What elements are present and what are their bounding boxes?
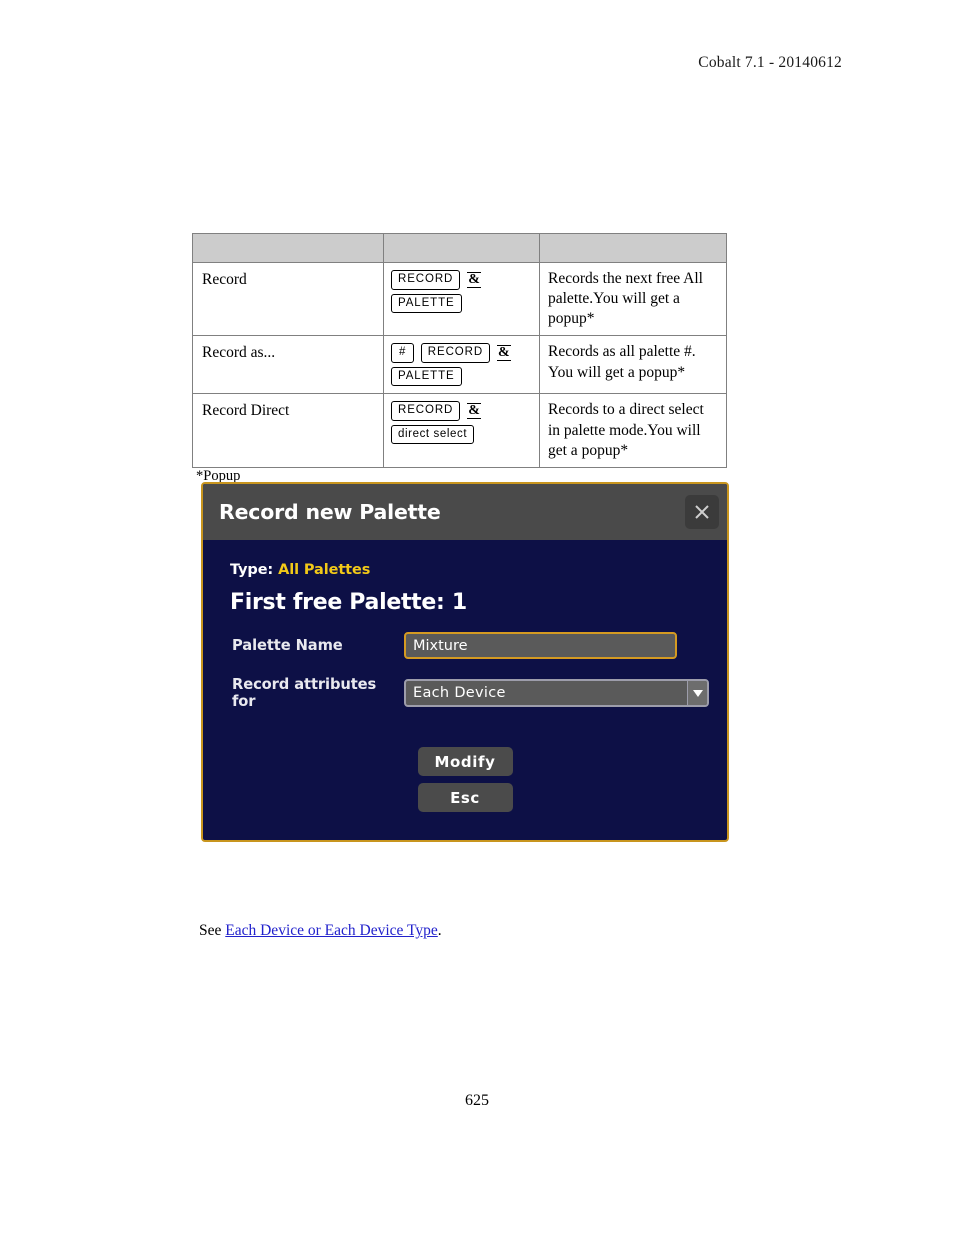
modify-button[interactable]: Modify [417,747,513,776]
keycap-record: RECORD [391,401,461,421]
close-button[interactable] [685,495,719,529]
record-attributes-row: Record attributes for Each Device [232,676,727,710]
see-reference-line: See Each Device or Each Device Type. [199,922,442,940]
palette-name-row: Palette Name Mixture [232,632,727,659]
keycap-hash: # [391,343,414,363]
palette-type-value: All Palettes [278,562,371,578]
table-cell-description: Records as all palette #. You will get a… [539,335,727,395]
keycap-record: RECORD [391,270,461,290]
keycap-row: RECORD & [391,270,539,290]
see-suffix: . [437,922,442,939]
record-new-palette-dialog: Record new Palette Type: All Palettes Fi… [201,482,729,842]
table-row: Record as... # RECORD & PALETTE Records … [192,335,727,395]
description-text: Records the next free All palette.You wi… [548,270,703,328]
keycap-row: direct select [391,424,539,445]
keycap-row: PALETTE [391,366,539,387]
close-icon [693,503,711,521]
table-cell-action: Record Direct [192,393,384,468]
chevron-down-icon[interactable] [687,681,707,705]
table-row: Record Direct RECORD & direct select Rec… [192,393,727,468]
palette-type-label: Type: [230,562,274,578]
table-cell-keys: RECORD & PALETTE [383,261,540,337]
ampersand-symbol: & [467,271,481,288]
palette-name-value: Mixture [413,637,468,654]
ampersand-symbol: & [497,345,511,362]
keycap-record: RECORD [420,343,491,363]
dialog-button-group: Modify Esc [203,747,727,812]
palette-name-label: Palette Name [232,637,343,654]
table-header-action [192,233,384,263]
keycap-palette: PALETTE [391,366,462,387]
palette-type-line: Type: All Palettes [230,562,727,578]
record-attributes-select[interactable]: Each Device [404,679,709,707]
keycap-palette: PALETTE [391,293,462,313]
page-number: 625 [465,1092,489,1109]
page-header-version: Cobalt 7.1 - 20140612 [698,54,842,71]
keycap-row: # RECORD & [391,343,539,363]
table-row: Record RECORD & PALETTE Records the next… [192,261,727,337]
record-attributes-label: Record attributes for [232,676,377,710]
action-label: Record as... [202,344,276,362]
keycap-row: PALETTE [391,293,539,313]
table-header-description [539,233,727,263]
table-cell-action: Record [192,261,384,337]
ampersand-symbol: & [467,403,481,420]
dialog-title: Record new Palette [219,500,441,524]
palette-name-input[interactable]: Mixture [404,632,677,659]
table-header-keys [383,233,540,263]
first-free-palette-heading: First free Palette: 1 [230,590,467,615]
description-text: Records to a direct select in palette mo… [548,401,704,459]
table-header-row [192,233,727,263]
table-cell-action: Record as... [192,335,384,395]
dialog-body: Type: All Palettes First free Palette: 1… [203,540,727,840]
table-cell-description: Records to a direct select in palette mo… [539,393,727,468]
record-attributes-value: Each Device [413,685,506,701]
table-cell-description: Records the next free All palette.You wi… [539,261,727,337]
shortcut-table: Record RECORD & PALETTE Records the next… [192,233,727,468]
action-label: Record [202,271,247,288]
keycap-direct-select: direct select [391,424,475,445]
see-prefix: See [199,922,226,939]
esc-button[interactable]: Esc [417,783,513,812]
keycap-row: RECORD & [391,401,539,421]
table-cell-keys: # RECORD & PALETTE [383,335,540,395]
table-cell-keys: RECORD & direct select [383,393,540,468]
dialog-titlebar: Record new Palette [203,484,727,540]
each-device-link[interactable]: Each Device or Each Device Type [225,922,438,939]
action-label: Record Direct [202,402,290,420]
description-text: Records as all palette #. You will get a… [548,343,696,381]
